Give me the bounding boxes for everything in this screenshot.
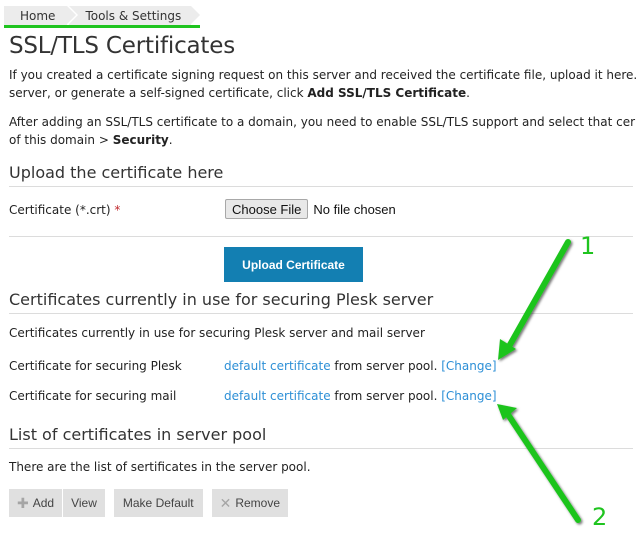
intro-line-2: server, or generate a self-signed certif… [9, 84, 641, 102]
certificate-field-label: Certificate (*.crt) * [9, 203, 120, 217]
pool-description: There are the list of sertificates in th… [9, 460, 311, 474]
breadcrumb-home[interactable]: Home [4, 6, 77, 25]
choose-file-button[interactable]: Choose File [225, 199, 309, 219]
pool-section-title: List of certificates in server pool [9, 425, 633, 449]
security-ref: Security [112, 133, 169, 147]
mail-cert-label: Certificate for securing mail [9, 389, 177, 403]
value-text: from server pool. [330, 389, 442, 403]
in-use-section-title: Certificates currently in use for securi… [9, 290, 633, 314]
annotation-marker-2: 2 [592, 503, 608, 531]
label-text: Certificate (*.crt) [9, 203, 111, 217]
intro-text: . [466, 86, 470, 100]
remove-label: Remove [235, 496, 281, 510]
mail-change-link[interactable]: [Change] [441, 389, 496, 403]
file-status: No file chosen [313, 201, 396, 217]
intro-line-1: If you created a certificate signing req… [9, 68, 638, 82]
breadcrumb: Home Tools & Settings [4, 6, 201, 28]
certificate-file-input[interactable]: Choose File No file chosen [225, 199, 396, 219]
page-title: SSL/TLS Certificates [9, 33, 235, 59]
plus-icon: ✚ [17, 494, 29, 511]
remove-button[interactable]: ✕ Remove [211, 489, 289, 517]
remove-x-icon: ✕ [219, 494, 232, 511]
mail-cert-value: default certificate from server pool. [C… [224, 389, 497, 403]
upload-certificate-button[interactable]: Upload Certificate [224, 247, 363, 282]
breadcrumb-tools-settings[interactable]: Tools & Settings [69, 6, 200, 25]
pool-toolbar: ✚ Add View Make Default ✕ Remove [9, 489, 289, 517]
required-mark: * [114, 203, 121, 217]
annotation-marker-1: 1 [580, 232, 596, 260]
plesk-default-certificate-link[interactable]: default certificate [224, 359, 331, 373]
add-button[interactable]: ✚ Add [9, 489, 63, 517]
plesk-change-link[interactable]: [Change] [441, 359, 496, 373]
in-use-description: Certificates currently in use for securi… [9, 326, 425, 340]
intro-line-4: of this domain > Security. [9, 131, 641, 149]
plesk-cert-label: Certificate for securing Plesk [9, 359, 182, 373]
plesk-cert-value: default certificate from server pool. [C… [224, 359, 497, 373]
add-label: Add [32, 496, 55, 510]
view-button[interactable]: View [63, 489, 105, 517]
divider [9, 236, 633, 237]
intro-text: of this domain > [9, 133, 113, 147]
arrow-2 [497, 404, 581, 523]
intro-text: server, or generate a self-signed certif… [9, 86, 308, 100]
upload-section-title: Upload the certificate here [9, 163, 633, 187]
intro-text: . [168, 133, 173, 147]
value-text: from server pool. [330, 359, 442, 373]
add-certificate-ref: Add SSL/TLS Certificate [307, 86, 467, 100]
mail-default-certificate-link[interactable]: default certificate [224, 389, 331, 403]
make-default-button[interactable]: Make Default [113, 489, 203, 517]
intro-line-3: After adding an SSL/TLS certificate to a… [9, 115, 636, 129]
